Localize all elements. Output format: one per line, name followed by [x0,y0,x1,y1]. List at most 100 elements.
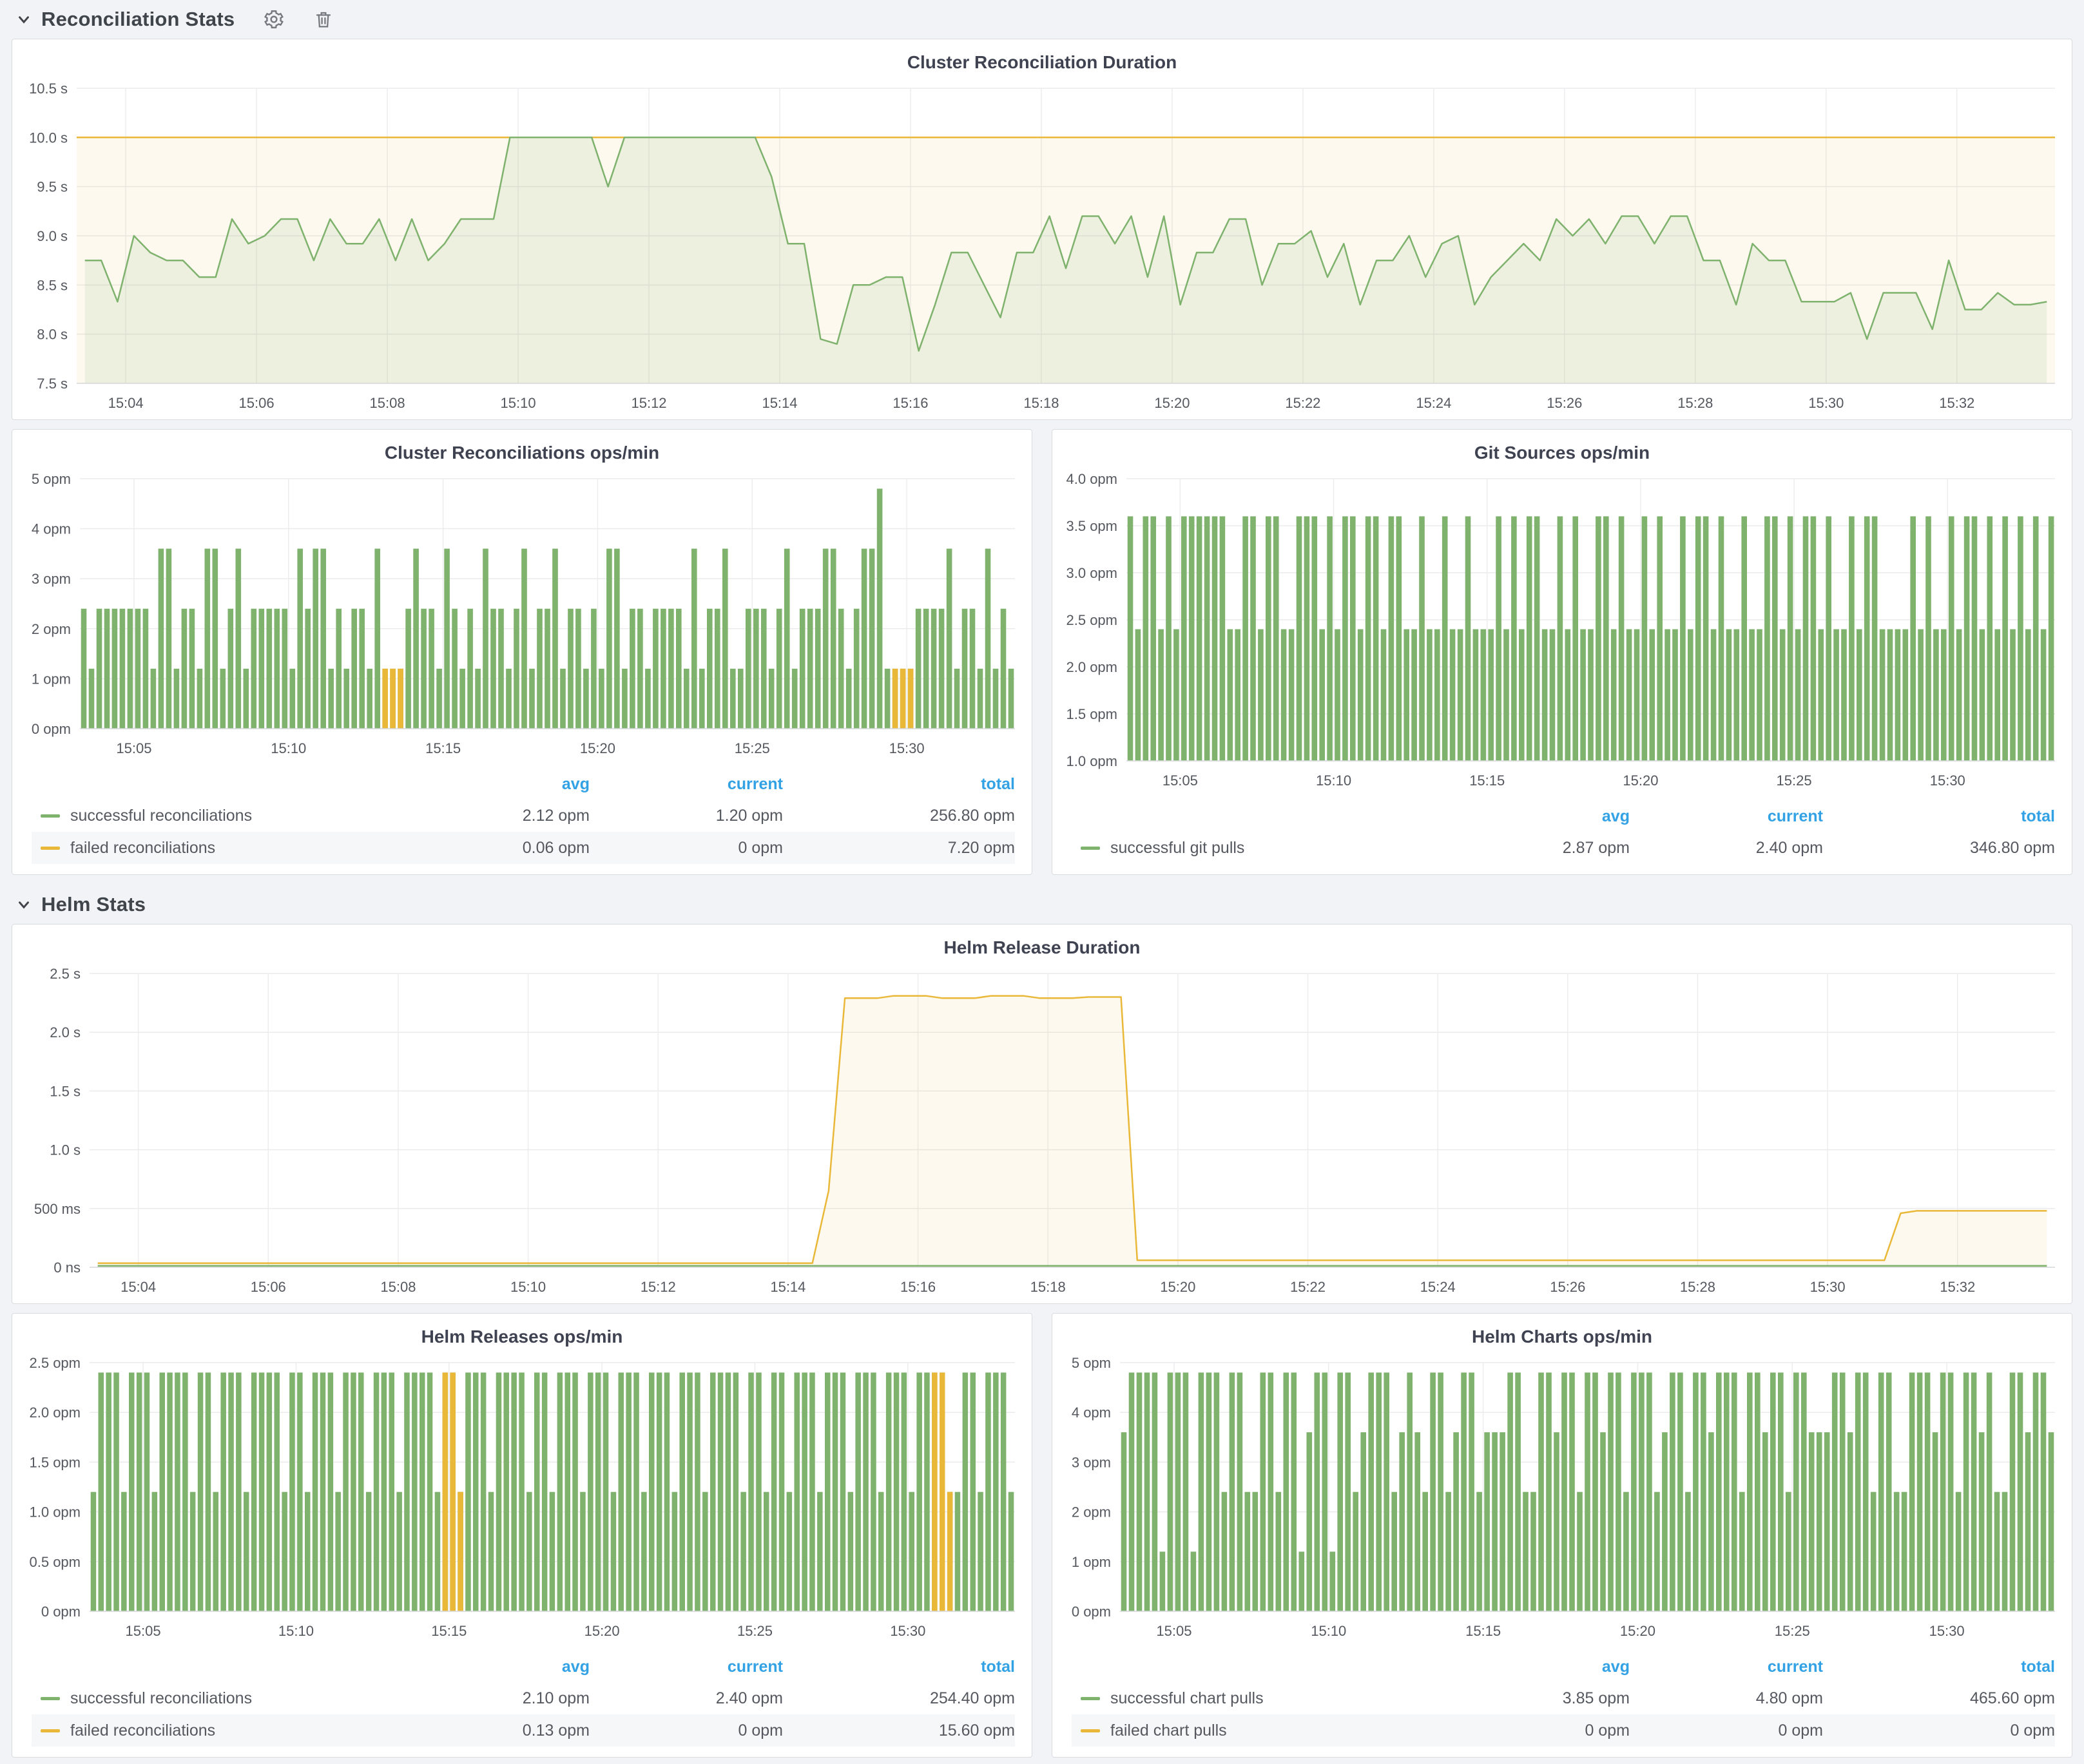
panel-git-sources-ops: Git Sources ops/min 1.0 opm1.5 opm2.0 op… [1052,429,2072,875]
legend-row-successful-reconciliations[interactable]: successful reconciliations 2.12 opm 1.20… [32,800,1015,832]
svg-text:15:10: 15:10 [271,740,306,756]
svg-text:3 opm: 3 opm [1072,1454,1111,1470]
svg-text:15:25: 15:25 [1775,1623,1810,1639]
legend-col-current[interactable]: current [1630,1658,1823,1676]
svg-text:15:25: 15:25 [1777,772,1812,789]
svg-text:15:30: 15:30 [1930,772,1965,789]
series-color-dash [41,814,60,818]
svg-text:15:22: 15:22 [1290,1279,1326,1295]
chart-cluster-reconciliation-duration[interactable]: 7.5 s8.0 s8.5 s9.0 s9.5 s10.0 s10.5 s15:… [12,75,2072,419]
chart-git-sources-ops[interactable]: 1.0 opm1.5 opm2.0 opm2.5 opm3.0 opm3.5 o… [1052,466,2072,797]
svg-text:15:26: 15:26 [1550,1279,1585,1295]
legend-col-current[interactable]: current [590,775,783,794]
legend-col-total[interactable]: total [783,775,1015,794]
chart-cluster-reconciliations-ops[interactable]: 0 opm1 opm2 opm3 opm4 opm5 opm15:0515:10… [12,466,1032,765]
svg-text:1.0 opm: 1.0 opm [30,1504,81,1520]
panel-title[interactable]: Cluster Reconciliation Duration [12,39,2072,75]
legend-current: 2.40 opm [1630,839,1823,858]
legend-current: 0 opm [1630,1721,1823,1740]
svg-text:15:16: 15:16 [892,395,928,411]
svg-text:10.0 s: 10.0 s [29,129,68,146]
chart-helm-release-duration[interactable]: 0 ns500 ms1.0 s1.5 s2.0 s2.5 s15:0415:06… [12,961,2072,1303]
series-color-dash [41,847,60,850]
legend-label: successful reconciliations [70,807,252,825]
svg-text:4.0 opm: 4.0 opm [1066,471,1118,487]
legend-col-avg[interactable]: avg [1436,807,1630,826]
svg-text:15:18: 15:18 [1030,1279,1066,1295]
section-header-reconciliation-stats[interactable]: Reconciliation Stats [12,0,2072,39]
legend-row-successful-chart-pulls[interactable]: successful chart pulls 3.85 opm 4.80 opm… [1072,1682,2055,1714]
panel-title[interactable]: Helm Releases ops/min [12,1314,1032,1350]
svg-text:15:20: 15:20 [1620,1623,1655,1639]
svg-text:15:30: 15:30 [890,1623,925,1639]
svg-text:9.5 s: 9.5 s [37,179,68,195]
svg-text:15:05: 15:05 [126,1623,161,1639]
svg-text:2.5 opm: 2.5 opm [1066,612,1118,628]
series-color-dash [41,1729,60,1732]
gear-icon[interactable] [263,8,285,30]
svg-text:8.0 s: 8.0 s [37,327,68,343]
legend-total: 7.20 opm [783,839,1015,858]
legend-label: failed reconciliations [70,839,215,858]
trash-icon[interactable] [313,9,334,30]
panel-title[interactable]: Cluster Reconciliations ops/min [12,430,1032,466]
legend-col-avg[interactable]: avg [396,775,590,794]
legend-col-current[interactable]: current [1630,807,1823,826]
legend-col-total[interactable]: total [1823,807,2055,826]
legend-label: failed reconciliations [70,1721,215,1740]
svg-text:15:10: 15:10 [1316,772,1351,789]
svg-text:3.0 opm: 3.0 opm [1066,565,1118,581]
legend-header: avg current total [1072,1651,2055,1682]
svg-text:5 opm: 5 opm [1072,1355,1111,1371]
legend-row-successful-reconciliations[interactable]: successful reconciliations 2.10 opm 2.40… [32,1682,1015,1714]
legend-label: successful chart pulls [1110,1689,1264,1708]
legend-row-failed-reconciliations[interactable]: failed reconciliations 0.06 opm 0 opm 7.… [32,832,1015,864]
legend-col-total[interactable]: total [783,1658,1015,1676]
panel-title[interactable]: Helm Charts ops/min [1052,1314,2072,1350]
svg-text:1.5 opm: 1.5 opm [1066,706,1118,722]
svg-text:15:20: 15:20 [1160,1279,1195,1295]
svg-text:15:22: 15:22 [1285,395,1320,411]
svg-text:15:12: 15:12 [631,395,666,411]
panel-title[interactable]: Git Sources ops/min [1052,430,2072,466]
legend-header: avg current total [32,769,1015,800]
legend-col-total[interactable]: total [1823,1658,2055,1676]
legend-row-failed-chart-pulls[interactable]: failed chart pulls 0 opm 0 opm 0 opm [1072,1714,2055,1747]
panel-title[interactable]: Helm Release Duration [12,925,2072,961]
legend-header: avg current total [1072,801,2055,832]
svg-text:10.5 s: 10.5 s [29,81,68,97]
legend-avg: 0 opm [1436,1721,1630,1740]
svg-text:2.0 opm: 2.0 opm [30,1404,81,1421]
section-title: Helm Stats [41,893,146,916]
svg-text:15:14: 15:14 [770,1279,806,1295]
legend-total: 254.40 opm [783,1689,1015,1708]
svg-text:9.0 s: 9.0 s [37,228,68,244]
svg-text:15:06: 15:06 [239,395,275,411]
chart-helm-charts-ops[interactable]: 0 opm1 opm2 opm3 opm4 opm5 opm15:0515:10… [1052,1350,2072,1647]
svg-text:0 opm: 0 opm [41,1604,81,1620]
legend-avg: 0.06 opm [396,839,590,858]
svg-text:15:08: 15:08 [370,395,405,411]
svg-text:15:26: 15:26 [1547,395,1582,411]
svg-text:15:05: 15:05 [116,740,151,756]
legend-total: 15.60 opm [783,1721,1015,1740]
legend-label: successful reconciliations [70,1689,252,1708]
section-header-helm-stats[interactable]: Helm Stats [12,885,2072,924]
svg-text:15:24: 15:24 [1420,1279,1456,1295]
panel-helm-releases-ops: Helm Releases ops/min 0 opm0.5 opm1.0 op… [12,1313,1032,1758]
legend-col-current[interactable]: current [590,1658,783,1676]
legend-current: 2.40 opm [590,1689,783,1708]
legend-avg: 0.13 opm [396,1721,590,1740]
svg-text:15:15: 15:15 [1469,772,1505,789]
chart-helm-releases-ops[interactable]: 0 opm0.5 opm1.0 opm1.5 opm2.0 opm2.5 opm… [12,1350,1032,1647]
legend-col-avg[interactable]: avg [396,1658,590,1676]
svg-text:1 opm: 1 opm [1072,1554,1111,1570]
svg-text:15:16: 15:16 [900,1279,936,1295]
svg-text:0 opm: 0 opm [1072,1604,1111,1620]
svg-text:15:20: 15:20 [584,1623,620,1639]
series-color-dash [1081,847,1100,850]
legend-row-failed-reconciliations[interactable]: failed reconciliations 0.13 opm 0 opm 15… [32,1714,1015,1747]
legend-col-avg[interactable]: avg [1436,1658,1630,1676]
svg-text:500 ms: 500 ms [34,1201,81,1217]
legend-row-successful-git-pulls[interactable]: successful git pulls 2.87 opm 2.40 opm 3… [1072,832,2055,864]
